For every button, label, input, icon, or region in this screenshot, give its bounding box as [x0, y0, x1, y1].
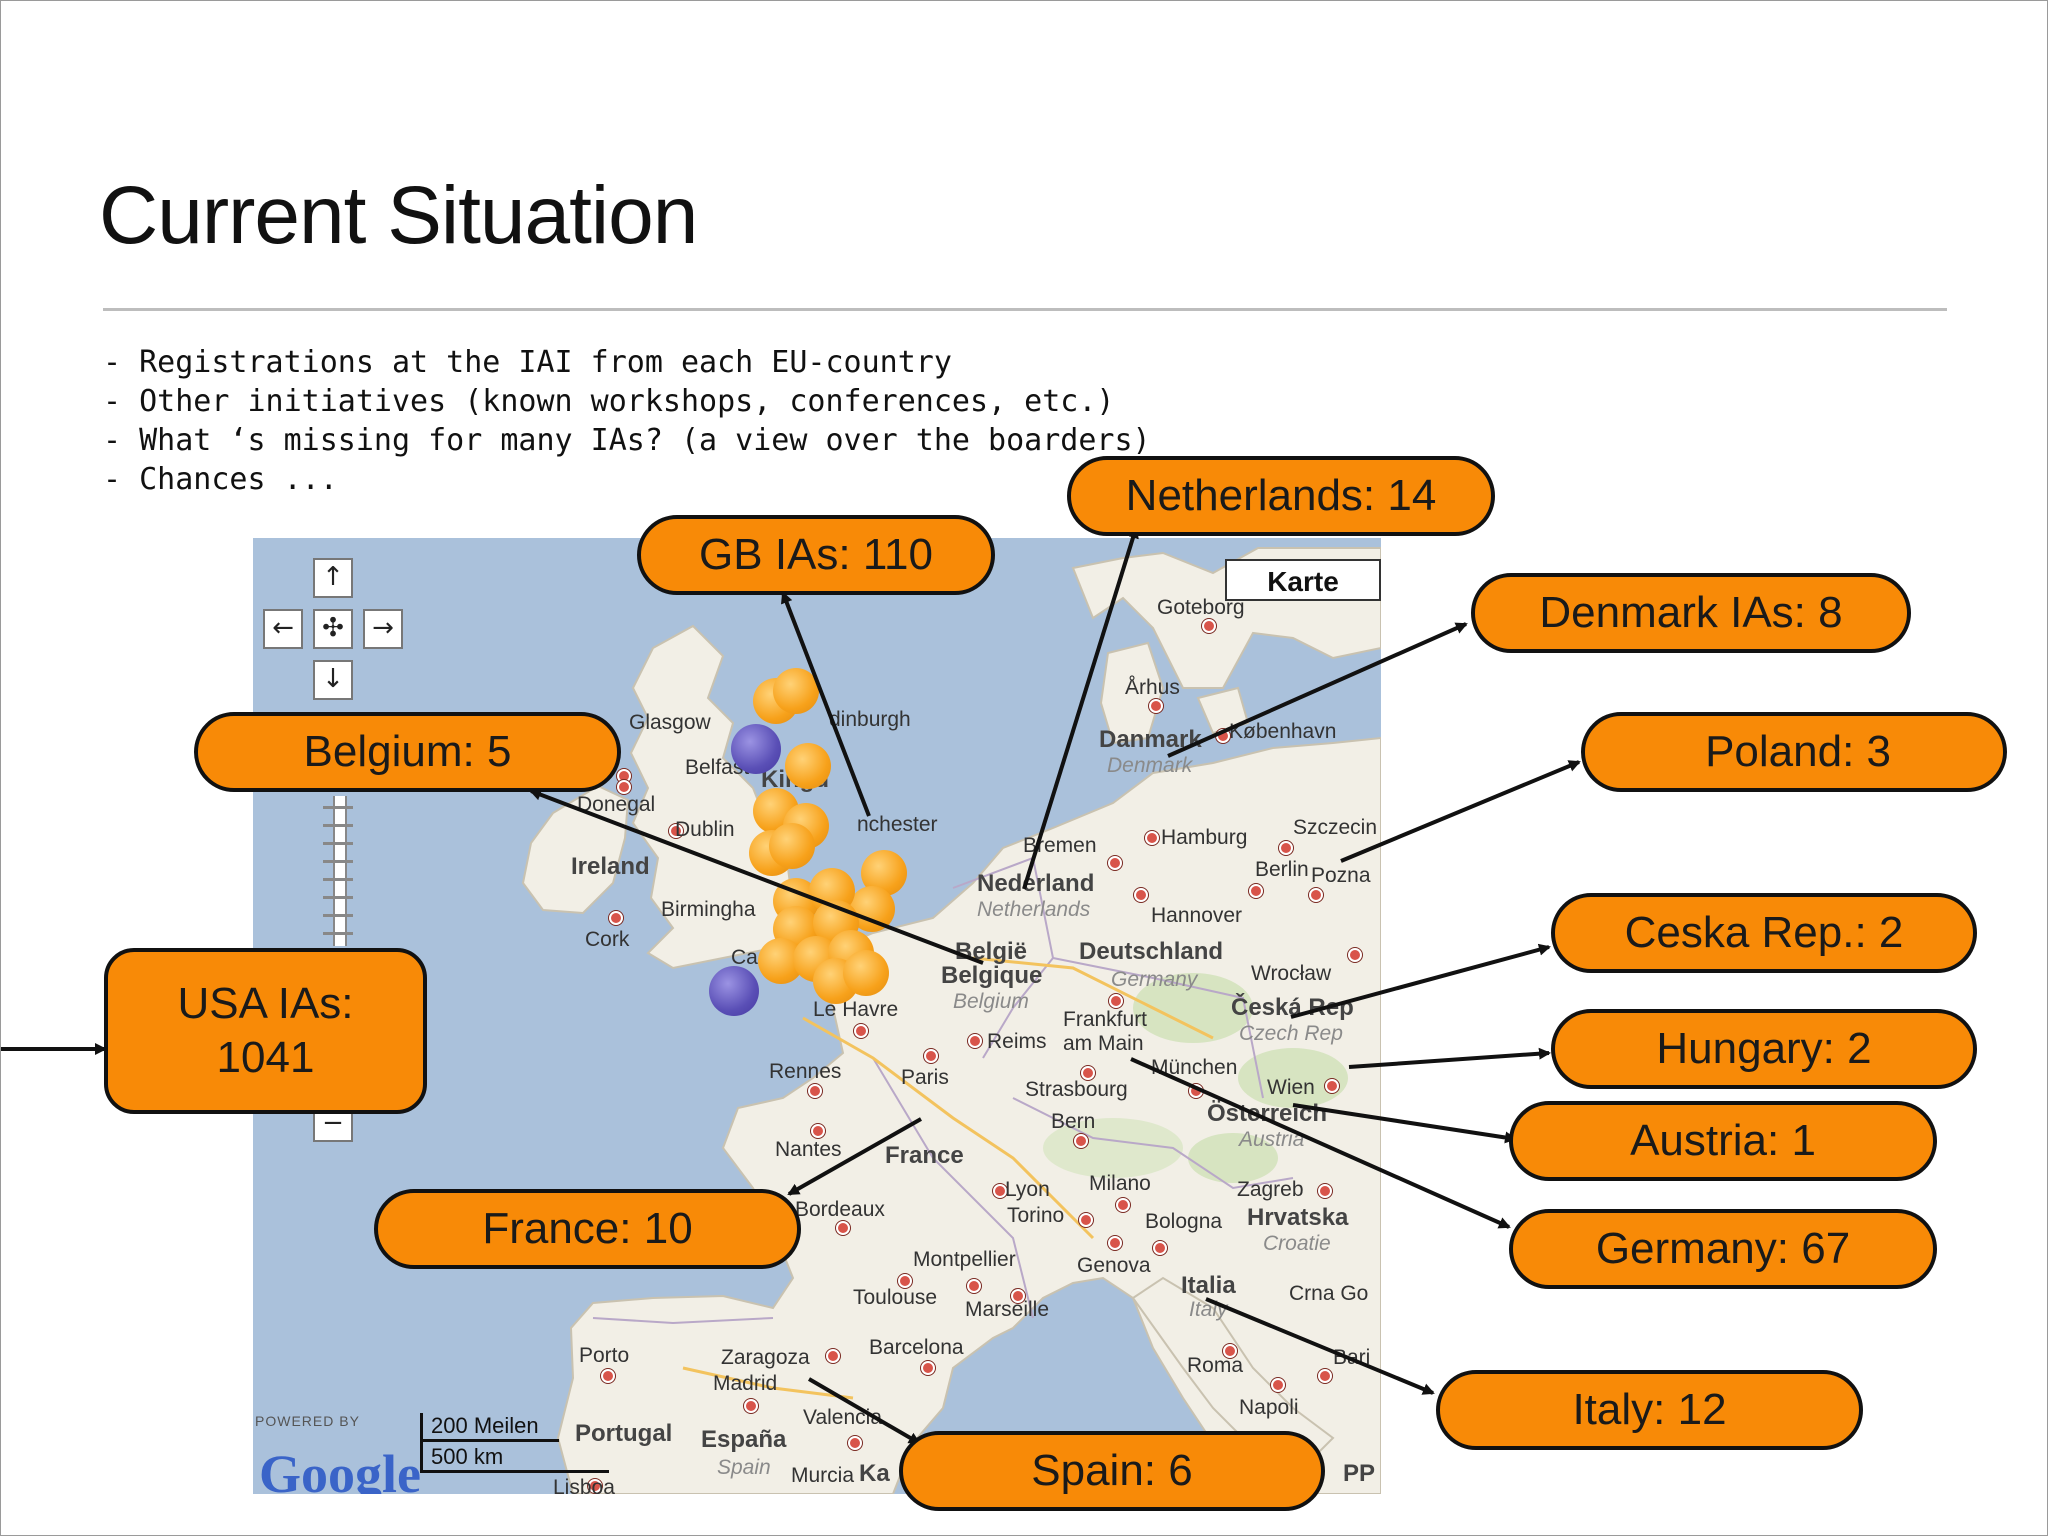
callout-netherlands: Netherlands: 14: [1067, 456, 1495, 536]
arrow-austria: [1292, 1103, 1517, 1144]
callout-italy: Italy: 12: [1436, 1370, 1863, 1450]
callout-france: France: 10: [374, 1189, 801, 1269]
arrow-poland: [1340, 760, 1581, 863]
arrow-netherlands: [1022, 526, 1139, 890]
arrow-gb: [781, 591, 871, 817]
arrow-denmark: [1167, 622, 1468, 758]
callout-hungary: Hungary: 2: [1551, 1009, 1977, 1089]
callout-ceska: Ceska Rep.: 2: [1551, 893, 1977, 973]
arrow-germany: [1130, 1057, 1511, 1229]
callout-spain: Spain: 6: [899, 1431, 1325, 1511]
arrow-italy: [1205, 1297, 1435, 1395]
callout-austria: Austria: 1: [1509, 1101, 1937, 1181]
arrow-ceska: [1290, 943, 1551, 1019]
callout-poland: Poland: 3: [1581, 712, 2007, 792]
callout-usa: USA IAs: 1041: [104, 948, 427, 1114]
callout-usa-line2: 1041: [216, 1033, 315, 1082]
callout-belgium: Belgium: 5: [194, 712, 621, 792]
arrow-belgium: [529, 788, 984, 965]
callout-gb: GB IAs: 110: [637, 515, 995, 595]
callout-denmark: Denmark IAs: 8: [1471, 573, 1911, 653]
arrow-france: [787, 1117, 922, 1196]
callout-germany: Germany: 67: [1509, 1209, 1937, 1289]
callout-usa-line1: USA IAs:: [177, 979, 354, 1028]
arrow-spain: [807, 1377, 921, 1445]
arrow-hungary: [1348, 1047, 1551, 1069]
slide: Current Situation - Registrations at the…: [0, 0, 2048, 1536]
